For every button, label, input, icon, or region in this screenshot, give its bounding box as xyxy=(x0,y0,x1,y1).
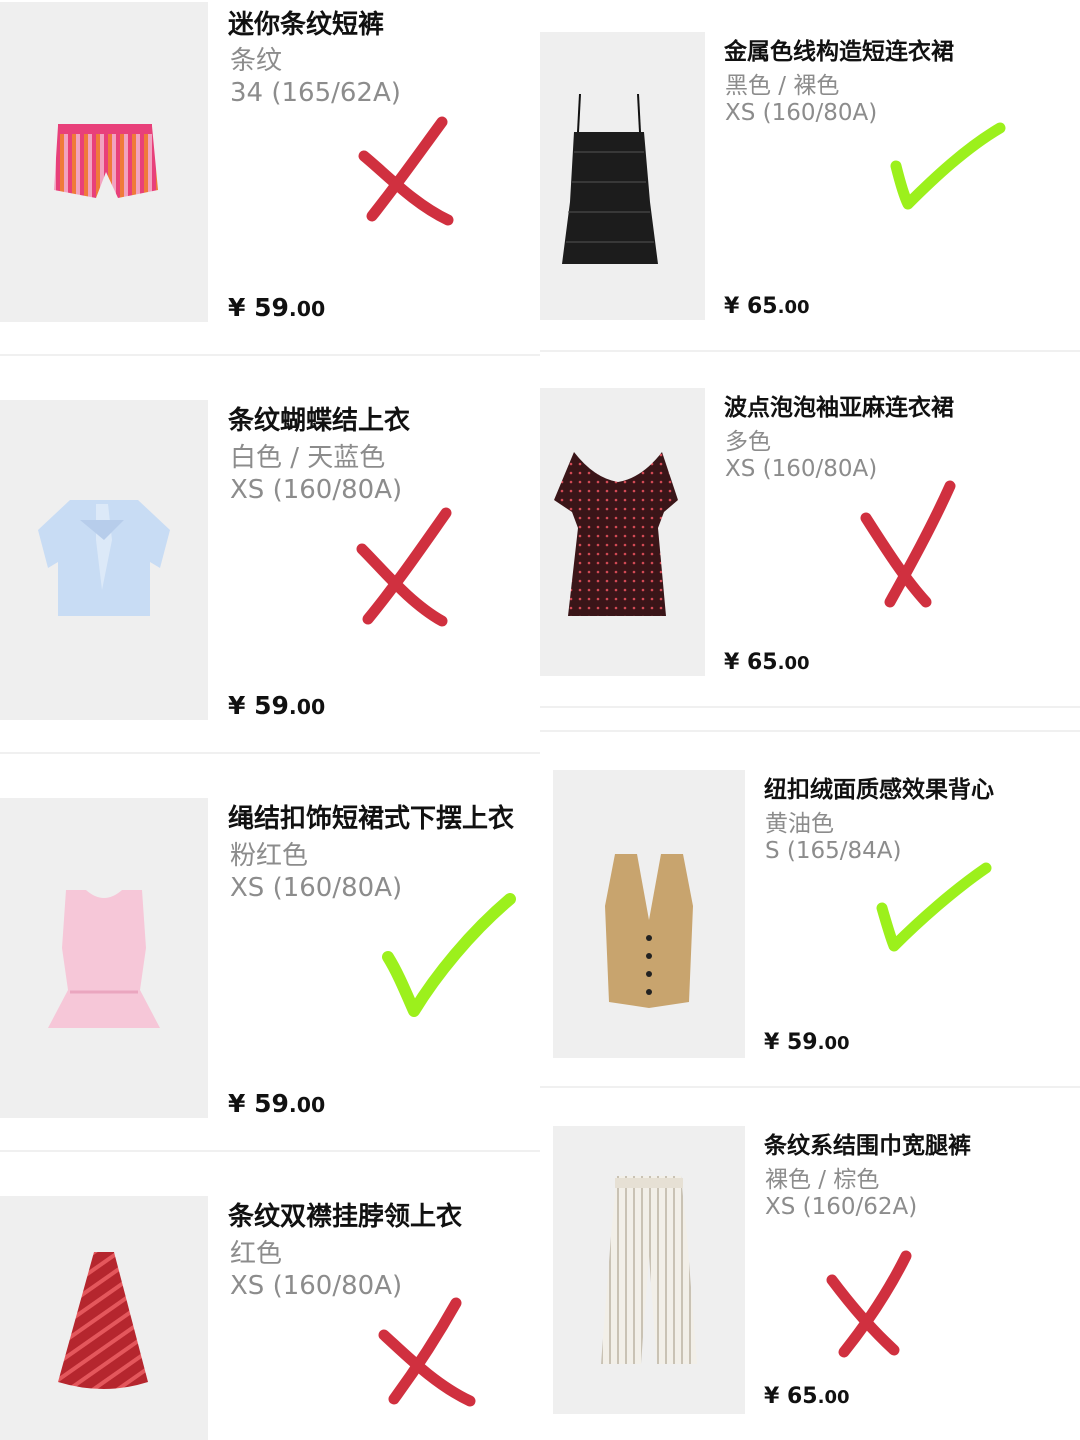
product-image[interactable] xyxy=(0,798,208,1118)
price-integer: 65 xyxy=(786,1384,818,1409)
product-card[interactable]: 条纹系结围巾宽腿裤 裸色 / 棕色 XS (160/62A) ¥ 65.00 xyxy=(540,1088,1080,1440)
product-color: 白色 / 天蓝色 xyxy=(230,443,386,473)
polka-dress-image xyxy=(554,452,678,616)
bow-blouse-image xyxy=(38,500,170,616)
price-integer: 59 xyxy=(254,691,289,720)
product-color: 裸色 / 棕色 xyxy=(765,1167,880,1193)
divider xyxy=(0,1150,540,1152)
price-decimal: .00 xyxy=(288,297,326,321)
price-decimal: .00 xyxy=(777,297,810,318)
product-size: XS (160/80A) xyxy=(725,456,878,482)
product-color: 黑色 / 裸色 xyxy=(725,73,840,99)
price-decimal: .00 xyxy=(777,653,810,674)
price-currency: ¥ xyxy=(764,1030,780,1055)
product-image[interactable] xyxy=(0,400,208,720)
product-color: 黄油色 xyxy=(765,811,834,837)
price-currency: ¥ xyxy=(724,650,740,675)
price-currency: ¥ xyxy=(764,1384,780,1409)
product-size: XS (160/80A) xyxy=(230,873,403,903)
product-size: 34 (165/62A) xyxy=(230,78,401,108)
price-decimal: .00 xyxy=(817,1033,850,1054)
check-mark-icon xyxy=(876,860,994,952)
product-name[interactable]: 迷你条纹短裤 xyxy=(228,4,384,41)
cross-mark-icon xyxy=(858,478,960,612)
product-name[interactable]: 条纹系结围巾宽腿裤 xyxy=(764,1126,971,1160)
cross-mark-icon xyxy=(356,112,460,226)
product-price: ¥ 59.00 xyxy=(764,1030,850,1055)
suede-vest-image xyxy=(605,854,693,1008)
cross-mark-icon xyxy=(824,1248,914,1360)
product-size: XS (160/80A) xyxy=(230,475,403,505)
product-image[interactable] xyxy=(553,770,745,1058)
price-integer: 59 xyxy=(786,1030,818,1055)
product-size: XS (160/80A) xyxy=(725,100,878,126)
tweed-dress-image xyxy=(562,93,658,264)
product-name[interactable]: 条纹蝴蝶结上衣 xyxy=(228,400,410,437)
divider xyxy=(0,354,540,356)
check-mark-icon xyxy=(380,893,516,1017)
product-color: 多色 xyxy=(725,429,771,455)
product-price: ¥ 65.00 xyxy=(724,294,810,319)
peplum-top-image xyxy=(48,890,160,1028)
product-card[interactable]: 波点泡泡袖亚麻连衣裙 多色 XS (160/80A) ¥ 65.00 xyxy=(540,352,1080,706)
price-decimal: .00 xyxy=(817,1387,850,1408)
price-integer: 59 xyxy=(254,1089,289,1118)
cross-mark-icon xyxy=(376,1295,480,1407)
price-decimal: .00 xyxy=(288,695,326,719)
product-color: 条纹 xyxy=(230,46,283,76)
product-image[interactable] xyxy=(540,32,705,320)
divider xyxy=(0,752,540,754)
divider xyxy=(540,706,1080,708)
product-card[interactable]: 纽扣绒面质感效果背心 黄油色 S (165/84A) ¥ 59.00 xyxy=(540,732,1080,1086)
product-image[interactable] xyxy=(553,1126,745,1414)
product-name[interactable]: 纽扣绒面质感效果背心 xyxy=(764,770,994,804)
product-price: ¥ 59.00 xyxy=(228,1089,325,1118)
product-size: XS (160/62A) xyxy=(765,1194,918,1220)
check-mark-icon xyxy=(890,120,1008,210)
product-image[interactable] xyxy=(0,1196,208,1440)
product-card[interactable]: 绳结扣饰短裙式下摆上衣 粉红色 XS (160/80A) ¥ 59.00 xyxy=(0,755,540,1152)
price-integer: 59 xyxy=(254,293,289,322)
price-integer: 65 xyxy=(746,294,778,319)
price-currency: ¥ xyxy=(724,294,740,319)
product-price: ¥ 59.00 xyxy=(228,293,325,322)
price-currency: ¥ xyxy=(228,691,246,720)
price-currency: ¥ xyxy=(228,1089,246,1118)
product-name[interactable]: 波点泡泡袖亚麻连衣裙 xyxy=(724,388,954,422)
price-currency: ¥ xyxy=(228,293,246,322)
price-integer: 65 xyxy=(746,650,778,675)
product-card[interactable]: 条纹双襟挂脖领上衣 红色 XS (160/80A) xyxy=(0,1153,540,1440)
product-name[interactable]: 绳结扣饰短裙式下摆上衣 xyxy=(228,798,514,835)
product-price: ¥ 65.00 xyxy=(724,650,810,675)
product-card[interactable]: 金属色线构造短连衣裙 黑色 / 裸色 XS (160/80A) ¥ 65.00 xyxy=(540,0,1080,350)
halter-top-image xyxy=(58,1252,148,1389)
product-name[interactable]: 条纹双襟挂脖领上衣 xyxy=(228,1196,462,1233)
product-card[interactable]: 条纹蝴蝶结上衣 白色 / 天蓝色 XS (160/80A) ¥ 59.00 xyxy=(0,357,540,754)
product-name[interactable]: 金属色线构造短连衣裙 xyxy=(724,32,954,66)
striped-shorts-image xyxy=(54,124,158,198)
product-color: 红色 xyxy=(230,1239,283,1269)
product-color: 粉红色 xyxy=(230,841,309,871)
product-image[interactable] xyxy=(540,388,705,676)
cross-mark-icon xyxy=(354,505,458,627)
price-decimal: .00 xyxy=(288,1093,326,1117)
product-price: ¥ 59.00 xyxy=(228,691,325,720)
product-price: ¥ 65.00 xyxy=(764,1384,850,1409)
wide-pants-image xyxy=(601,1176,697,1364)
product-card[interactable]: 迷你条纹短裤 条纹 34 (165/62A) ¥ 59.00 xyxy=(0,0,540,355)
product-image[interactable] xyxy=(0,2,208,322)
